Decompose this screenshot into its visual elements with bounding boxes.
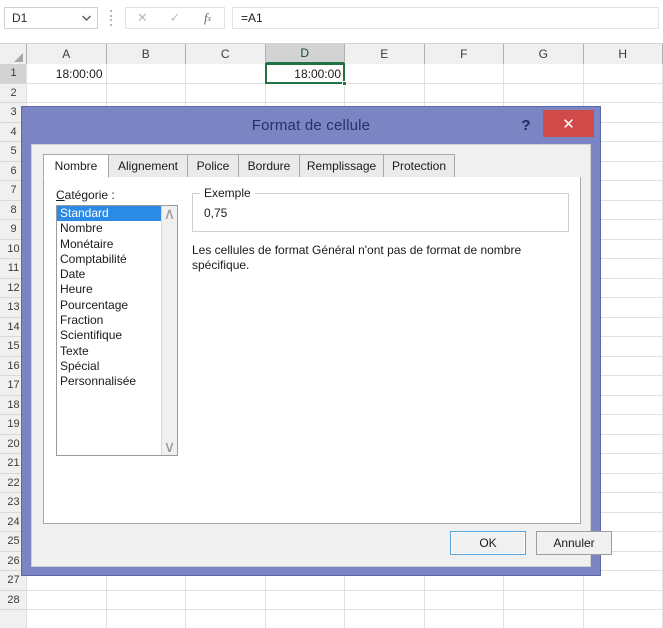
column-header-b[interactable]: B <box>106 44 186 64</box>
category-label-text: Catégorie : <box>56 188 115 202</box>
category-item[interactable]: Fraction <box>57 313 161 328</box>
ok-button[interactable]: OK <box>450 531 526 555</box>
row-header-28[interactable]: 28 <box>0 590 27 610</box>
cell-a1[interactable]: 18:00:00 <box>27 64 107 83</box>
name-box[interactable]: D1 <box>4 7 98 29</box>
category-item[interactable]: Monétaire <box>57 237 161 252</box>
column-header-d[interactable]: D <box>265 44 345 64</box>
tab-remplissage[interactable]: Remplissage <box>299 154 384 178</box>
category-item[interactable]: Texte <box>57 344 161 359</box>
help-icon[interactable]: ? <box>515 114 537 136</box>
format-cells-dialog: Format de cellule ? ✕ Nombre Alignement Po… <box>22 107 612 575</box>
example-group: Exemple 0,75 <box>192 186 569 232</box>
row-header-2[interactable]: 2 <box>0 83 27 103</box>
grid-hline <box>27 589 663 591</box>
category-item[interactable]: Spécial <box>57 359 161 374</box>
column-header-f[interactable]: F <box>424 44 504 64</box>
close-icon[interactable]: ✕ <box>543 110 594 137</box>
chevron-down-icon[interactable]: ∨ <box>162 439 177 456</box>
category-item[interactable]: Comptabilité <box>57 252 161 267</box>
category-item[interactable]: Standard <box>57 206 161 222</box>
column-header-a[interactable]: A <box>27 44 107 64</box>
dialog-titlebar[interactable]: Format de cellule ? ✕ <box>22 107 600 144</box>
category-item[interactable]: Scientifique <box>57 328 161 343</box>
grid-hline <box>27 102 663 103</box>
formula-bar: D1 ✕ ✓ fx =A1 <box>0 0 663 44</box>
dialog-tab-strip: Nombre Alignement Police Bordure Remplissage… <box>43 154 581 178</box>
fill-handle[interactable] <box>342 80 347 86</box>
cancel-button[interactable]: Annuler <box>536 531 612 555</box>
tab-panel-nombre: Catégorie : Standard Nombre Monétaire Compt… <box>43 177 581 524</box>
category-listbox[interactable]: Standard Nombre Monétaire Comptabilité Date H… <box>56 205 178 456</box>
tab-protection[interactable]: Protection <box>383 154 455 178</box>
category-item[interactable]: Nombre <box>57 221 161 236</box>
name-box-value: D1 <box>12 11 28 25</box>
category-item[interactable]: Pourcentage <box>57 298 161 313</box>
column-header-h[interactable]: H <box>583 44 663 64</box>
chevron-down-icon[interactable] <box>78 15 94 21</box>
tab-alignement[interactable]: Alignement <box>108 154 188 178</box>
column-header-g[interactable]: G <box>504 44 584 64</box>
tab-bordure[interactable]: Bordure <box>238 154 300 178</box>
tab-police[interactable]: Police <box>187 154 239 178</box>
category-label: Catégorie : <box>56 188 115 202</box>
tab-nombre[interactable]: Nombre <box>43 154 109 178</box>
column-header-e[interactable]: E <box>345 44 425 64</box>
example-value: 0,75 <box>204 206 228 220</box>
formula-input[interactable]: =A1 <box>232 7 659 29</box>
checkmark-icon[interactable]: ✓ <box>161 8 189 28</box>
formula-bar-separator <box>110 10 113 26</box>
category-list[interactable]: Standard Nombre Monétaire Comptabilité Date H… <box>57 206 161 455</box>
select-all-corner[interactable] <box>0 44 27 64</box>
formula-input-value: =A1 <box>241 11 263 25</box>
fx-icon[interactable]: fx <box>194 8 222 28</box>
formula-bar-buttons: ✕ ✓ fx <box>125 7 225 29</box>
dialog-title: Format de cellule <box>251 117 371 134</box>
cell-d1[interactable]: 18:00:00 <box>266 64 346 83</box>
format-description: Les cellules de format Général n'ont pas… <box>192 243 522 272</box>
category-scrollbar[interactable]: ∧ ∨ <box>161 206 177 456</box>
category-item[interactable]: Date <box>57 267 161 282</box>
row-header-1[interactable]: 1 <box>0 64 27 84</box>
category-item[interactable]: Heure <box>57 282 161 297</box>
column-header-row: ABCDEFGH <box>0 44 663 64</box>
grid-hline <box>27 609 663 610</box>
dialog-body: Nombre Alignement Police Bordure Remplissage… <box>31 144 612 567</box>
column-header-c[interactable]: C <box>186 44 266 64</box>
chevron-up-icon[interactable]: ∧ <box>162 206 177 223</box>
category-item[interactable]: Personnalisée <box>57 374 161 389</box>
select-all-triangle-icon <box>14 53 23 62</box>
example-legend: Exemple <box>200 186 255 200</box>
cross-icon[interactable]: ✕ <box>128 8 156 28</box>
